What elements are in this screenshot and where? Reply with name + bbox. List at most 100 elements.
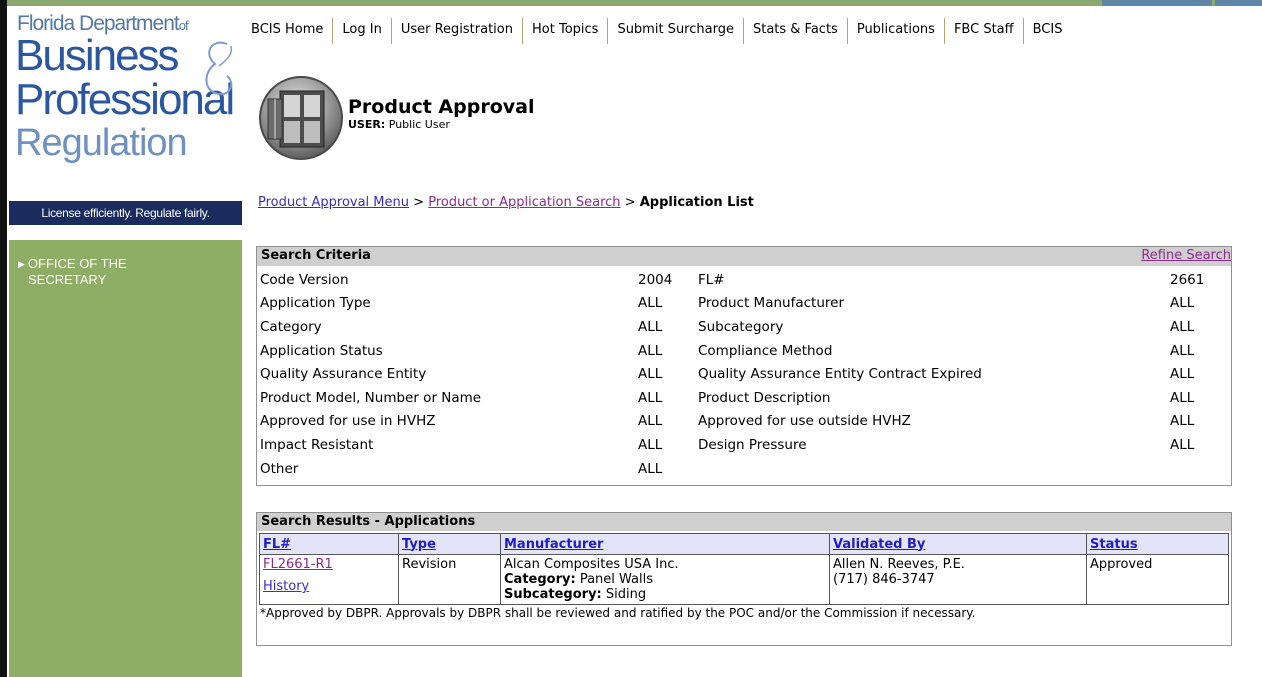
breadcrumb: Product Approval Menu > Product or Appli… (258, 195, 754, 210)
criteria-value (1170, 457, 1228, 481)
nav-bcis-home[interactable]: BCIS Home (242, 18, 334, 44)
top-navigation: BCIS Home Log In User Registration Hot T… (242, 18, 1071, 44)
product-approval-icon (259, 76, 343, 160)
criteria-value: ALL (1170, 295, 1195, 312)
criteria-value: ALL (638, 436, 663, 453)
cell-manufacturer: Alcan Composites USA Inc. Category: Pane… (500, 554, 830, 605)
criteria-value: ALL (1170, 436, 1195, 453)
criteria-value: ALL (638, 342, 663, 359)
manufacturer-name: Alcan Composites USA Inc. (504, 557, 679, 572)
criteria-label: Application Status (260, 342, 383, 359)
criteria-label: Impact Resistant (260, 436, 374, 453)
criteria-label: FL# (698, 271, 725, 288)
nav-hot-topics[interactable]: Hot Topics (523, 18, 609, 44)
criteria-value: ALL (638, 460, 663, 477)
search-results-title: Search Results - Applications (257, 513, 1231, 531)
sidebar-item-office-of-the-secretary[interactable]: ▶ OFFICE OF THE SECRETARY (18, 256, 127, 287)
cell-type: Revision (398, 554, 501, 605)
nav-bcis[interactable]: BCIS (1024, 18, 1072, 44)
criteria-label: Product Description (698, 389, 831, 406)
breadcrumb-product-approval-menu[interactable]: Product Approval Menu (258, 195, 409, 210)
nav-user-registration[interactable]: User Registration (392, 18, 523, 44)
criteria-value: ALL (1170, 413, 1195, 430)
criteria-label: Quality Assurance Entity (260, 366, 427, 383)
cell-validated-by: Allen N. Reeves, P.E. (717) 846-3747 (829, 554, 1087, 605)
column-header-validated-by[interactable]: Validated By (829, 533, 1087, 555)
criteria-value: ALL (638, 295, 663, 312)
sidebar: ▶ OFFICE OF THE SECRETARY (9, 240, 242, 677)
criteria-row: Approved for use in HVHZ ALL Approved for … (260, 410, 1228, 434)
user-indicator: USER: Public User (348, 118, 450, 131)
nav-fbc-staff[interactable]: FBC Staff (945, 18, 1024, 44)
breadcrumb-current: Application List (639, 195, 754, 210)
logo-word-business: Business (15, 31, 180, 80)
criteria-row: Quality Assurance Entity ALL Quality Assur… (260, 362, 1228, 386)
criteria-value: ALL (638, 413, 663, 430)
search-criteria-table: Code Version 2004 FL# 2661 Application Type A… (260, 268, 1228, 480)
cell-fl: FL2661-R1 History (259, 554, 399, 605)
results-header-row: FL# Type Manufacturer Validated By Statu… (259, 533, 1229, 555)
user-value: Public User (388, 118, 450, 131)
caret-right-icon: ▶ (18, 259, 25, 269)
breadcrumb-separator: > (413, 195, 425, 210)
criteria-row: Application Status ALL Compliance Method AL… (260, 339, 1228, 363)
nav-submit-surcharge[interactable]: Submit Surcharge (608, 18, 744, 44)
criteria-row: Application Type ALL Product Manufacturer A… (260, 292, 1228, 316)
top-strip-tab (1102, 0, 1212, 6)
approval-footnote: *Approved by DBPR. Approvals by DBPR sha… (260, 606, 976, 620)
criteria-label: Quality Assurance Entity Contract Expire… (698, 366, 982, 383)
logo-word-regulation: Regulation (15, 122, 188, 164)
search-criteria-header: Search Criteria Refine Search (257, 247, 1231, 266)
sidebar-item-label: SECRETARY (28, 272, 107, 287)
logo-text-of: of (178, 18, 189, 33)
criteria-label: Approved for use outside HVHZ (698, 413, 911, 430)
criteria-value: 2004 (638, 271, 673, 288)
user-label: USER: (348, 118, 386, 131)
criteria-value: ALL (638, 366, 663, 383)
page-title: Product Approval (348, 96, 535, 118)
logo-tagline: License efficiently. Regulate fairly. (9, 201, 242, 225)
breadcrumb-separator: > (624, 195, 636, 210)
criteria-label: Application Type (260, 295, 371, 312)
cell-status: Approved (1086, 554, 1229, 605)
column-header-fl[interactable]: FL# (259, 533, 399, 555)
subcategory-value: Siding (605, 587, 647, 602)
criteria-value: 2661 (1170, 271, 1205, 288)
column-header-type[interactable]: Type (398, 533, 501, 555)
validator-name: Allen N. Reeves, P.E. (833, 557, 965, 572)
dbpr-logo[interactable]: Florida Departmentof Business Profession… (9, 6, 242, 234)
criteria-row: Impact Resistant ALL Design Pressure ALL (260, 433, 1228, 457)
column-header-status[interactable]: Status (1086, 533, 1229, 555)
search-criteria-title: Search Criteria (261, 248, 371, 263)
ampersand-swirl-icon (205, 41, 233, 96)
breadcrumb-product-or-application-search[interactable]: Product or Application Search (428, 195, 620, 210)
criteria-value: ALL (638, 318, 663, 335)
criteria-label: Code Version (260, 271, 349, 288)
criteria-row: Other ALL (260, 457, 1228, 481)
nav-publications[interactable]: Publications (848, 18, 945, 44)
refine-search-link[interactable]: Refine Search (1141, 248, 1231, 263)
criteria-label: Product Manufacturer (698, 295, 844, 312)
criteria-value: ALL (638, 389, 663, 406)
criteria-label: Subcategory (698, 318, 784, 335)
column-header-manufacturer[interactable]: Manufacturer (500, 533, 830, 555)
criteria-label: Design Pressure (698, 436, 807, 453)
criteria-label: Product Model, Number or Name (260, 389, 482, 406)
search-results-panel: Search Results - Applications FL# Type M… (256, 512, 1232, 646)
criteria-row: Product Model, Number or Name ALL Product … (260, 386, 1228, 410)
search-results-table: FL# Type Manufacturer Validated By Statu… (259, 533, 1229, 605)
nav-log-in[interactable]: Log In (333, 18, 392, 44)
history-link[interactable]: History (263, 579, 309, 594)
nav-stats-facts[interactable]: Stats & Facts (744, 18, 848, 44)
criteria-label: Category (260, 318, 322, 335)
criteria-row: Category ALL Subcategory ALL (260, 315, 1228, 339)
criteria-label: Other (260, 460, 299, 477)
criteria-value: ALL (1170, 342, 1195, 359)
sidebar-item-label: OFFICE OF THE (27, 256, 127, 271)
subcategory-label: Subcategory: (504, 587, 602, 602)
fl-number-link[interactable]: FL2661-R1 (263, 557, 333, 572)
criteria-value: ALL (1170, 389, 1195, 406)
criteria-value: ALL (1170, 318, 1195, 335)
table-row: FL2661-R1 History Revision Alcan Composi… (259, 554, 1229, 605)
criteria-label (698, 457, 1170, 481)
